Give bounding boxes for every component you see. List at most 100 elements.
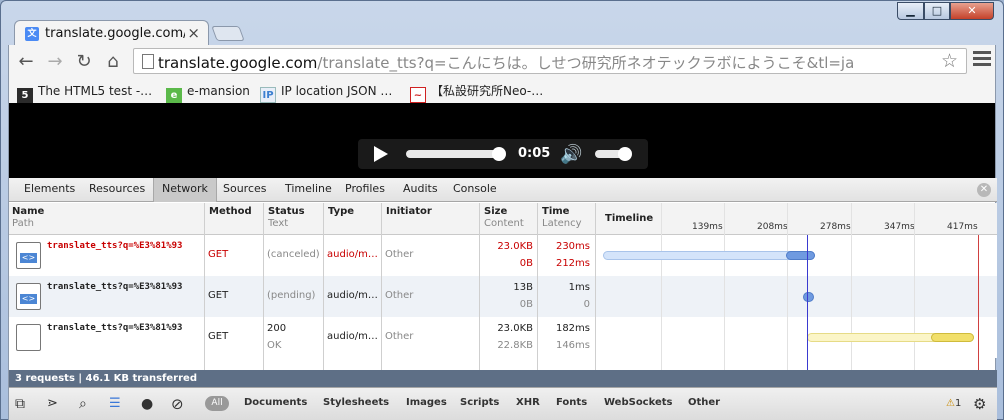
new-tab-button[interactable] [211, 26, 245, 41]
content-value: 22.8KB [497, 340, 533, 351]
filter-fonts[interactable]: Fonts [556, 397, 587, 408]
header-sub: Latency [542, 218, 582, 229]
minimize-button[interactable]: ▁ [897, 2, 924, 20]
volume-icon[interactable]: 🔊 [560, 144, 582, 165]
gear-icon[interactable]: ⚙ [973, 395, 986, 413]
column-divider[interactable] [479, 203, 480, 370]
filter-websockets[interactable]: WebSockets [604, 397, 673, 408]
chrome-menu-icon[interactable] [973, 51, 991, 71]
column-divider[interactable] [537, 203, 538, 370]
record-icon[interactable]: ● [141, 395, 153, 413]
request-type: audio/m… [327, 249, 378, 260]
console-drawer-icon[interactable]: ⋗ [47, 395, 58, 413]
bookmark-label: IP location JSON … [281, 84, 393, 98]
tab-console[interactable]: Console [453, 178, 497, 202]
address-bar[interactable]: translate.google.com/translate_tts?q=こんに… [133, 48, 967, 74]
request-method: GET [208, 249, 229, 260]
tab-sources[interactable]: Sources [223, 178, 267, 202]
timeline-tick: 278ms [820, 222, 851, 232]
bookmark-emansion[interactable]: e e-mansion [166, 82, 250, 104]
column-divider[interactable] [204, 203, 205, 370]
col-timeline-header[interactable]: Timeline [605, 213, 653, 225]
script-file-icon: <> [16, 283, 41, 310]
search-icon[interactable]: ⌕ [79, 395, 87, 413]
dock-icon[interactable]: ⧉ [15, 395, 25, 413]
column-divider[interactable] [595, 203, 596, 370]
request-row[interactable]: <> translate_tts?q=%E3%81%93 GET (pendin… [9, 276, 997, 317]
ip-icon: IP [260, 87, 276, 103]
tab-network[interactable]: Network [153, 178, 217, 202]
warning-count: 1 [954, 398, 962, 409]
browser-tab[interactable]: 文 translate.google.com/tr × [14, 20, 209, 46]
bookmark-html5test[interactable]: 5 The HTML5 test -… [17, 82, 153, 104]
filter-images[interactable]: Images [406, 397, 447, 408]
list-view-icon[interactable]: ☰ [109, 395, 121, 413]
bookmark-neotech[interactable]: ~ 【私設研究所Neo-… [410, 82, 543, 103]
seek-slider[interactable] [406, 147, 506, 161]
column-divider[interactable] [323, 203, 324, 370]
reload-icon[interactable]: ↻ [73, 51, 95, 73]
col-name-header[interactable]: Name Path [12, 206, 44, 230]
forward-arrow-icon[interactable]: → [44, 51, 66, 73]
tab-profiles[interactable]: Profiles [345, 178, 385, 202]
request-time: 1ms 0 [569, 279, 590, 313]
col-type-header[interactable]: Type [328, 206, 354, 218]
tab-close-icon[interactable]: × [187, 24, 200, 42]
col-status-header[interactable]: Status Text [268, 206, 305, 230]
seek-knob[interactable] [492, 147, 506, 161]
time-value: 230ms [555, 241, 590, 252]
bookmark-label: e-mansion [187, 84, 250, 98]
tab-audits[interactable]: Audits [403, 178, 438, 202]
request-name: translate_tts?q=%E3%81%93 [47, 323, 183, 333]
content-value: 0B [519, 258, 533, 269]
latency-value: 146ms [555, 340, 590, 351]
devtools-panel: Elements Resources Network Sources Timel… [8, 178, 997, 420]
bookmark-label: The HTML5 test -… [38, 84, 153, 98]
header-title: Name [12, 206, 45, 217]
header-sub: Path [12, 218, 34, 229]
tab-resources[interactable]: Resources [89, 178, 145, 202]
filter-stylesheets[interactable]: Stylesheets [323, 397, 389, 408]
filter-other[interactable]: Other [688, 397, 720, 408]
request-size: 23.0KB 0B [497, 238, 533, 272]
request-size: 13B 0B [513, 279, 533, 313]
col-time-header[interactable]: Time Latency [542, 206, 582, 230]
devtools-bottom-bar: ⧉ ⋗ ⌕ ☰ ● ⊘ All Documents Stylesheets Im… [9, 387, 997, 420]
html5-icon: 5 [17, 88, 33, 104]
timeline-tick: 208ms [757, 222, 788, 232]
bookmark-ip-location[interactable]: IP IP location JSON … [260, 82, 393, 103]
tab-elements[interactable]: Elements [24, 178, 75, 202]
warning-icon[interactable]: ⚠1 [946, 395, 961, 413]
time-value: 1ms [568, 282, 590, 293]
home-icon[interactable]: ⌂ [102, 51, 124, 73]
filter-xhr[interactable]: XHR [516, 397, 540, 408]
filter-scripts[interactable]: Scripts [460, 397, 499, 408]
volume-knob[interactable] [618, 147, 632, 161]
tab-title: translate.google.com/tr [45, 26, 185, 41]
clear-icon[interactable]: ⊘ [171, 395, 184, 413]
bookmark-star-icon[interactable]: ☆ [941, 50, 958, 72]
volume-slider[interactable] [595, 147, 632, 161]
request-time: 182ms 146ms [556, 320, 590, 354]
filter-documents[interactable]: Documents [244, 397, 307, 408]
size-value: 23.0KB [497, 241, 533, 252]
column-divider[interactable] [381, 203, 382, 370]
request-name: translate_tts?q=%E3%81%93 [47, 282, 183, 292]
column-divider[interactable] [263, 203, 264, 370]
devtools-tabbar: Elements Resources Network Sources Timel… [9, 178, 997, 202]
play-icon[interactable] [374, 146, 388, 162]
devtools-close-icon[interactable]: ✕ [977, 183, 991, 197]
col-size-header[interactable]: Size Content [484, 206, 524, 230]
translate-favicon-icon: 文 [25, 27, 39, 41]
maximize-button[interactable]: □ [924, 2, 950, 20]
back-arrow-icon[interactable]: ← [15, 51, 37, 73]
request-initiator: Other [385, 249, 414, 260]
col-initiator-header[interactable]: Initiator [386, 206, 432, 218]
filter-all[interactable]: All [205, 396, 229, 411]
request-row[interactable]: <> translate_tts?q=%E3%81%93 GET (cancel… [9, 235, 997, 276]
close-window-button[interactable]: ✕ [950, 2, 994, 20]
col-method-header[interactable]: Method [209, 206, 252, 218]
url-host: translate.google.com [158, 54, 318, 72]
tab-timeline[interactable]: Timeline [285, 178, 332, 202]
header-title: Type [328, 206, 355, 217]
